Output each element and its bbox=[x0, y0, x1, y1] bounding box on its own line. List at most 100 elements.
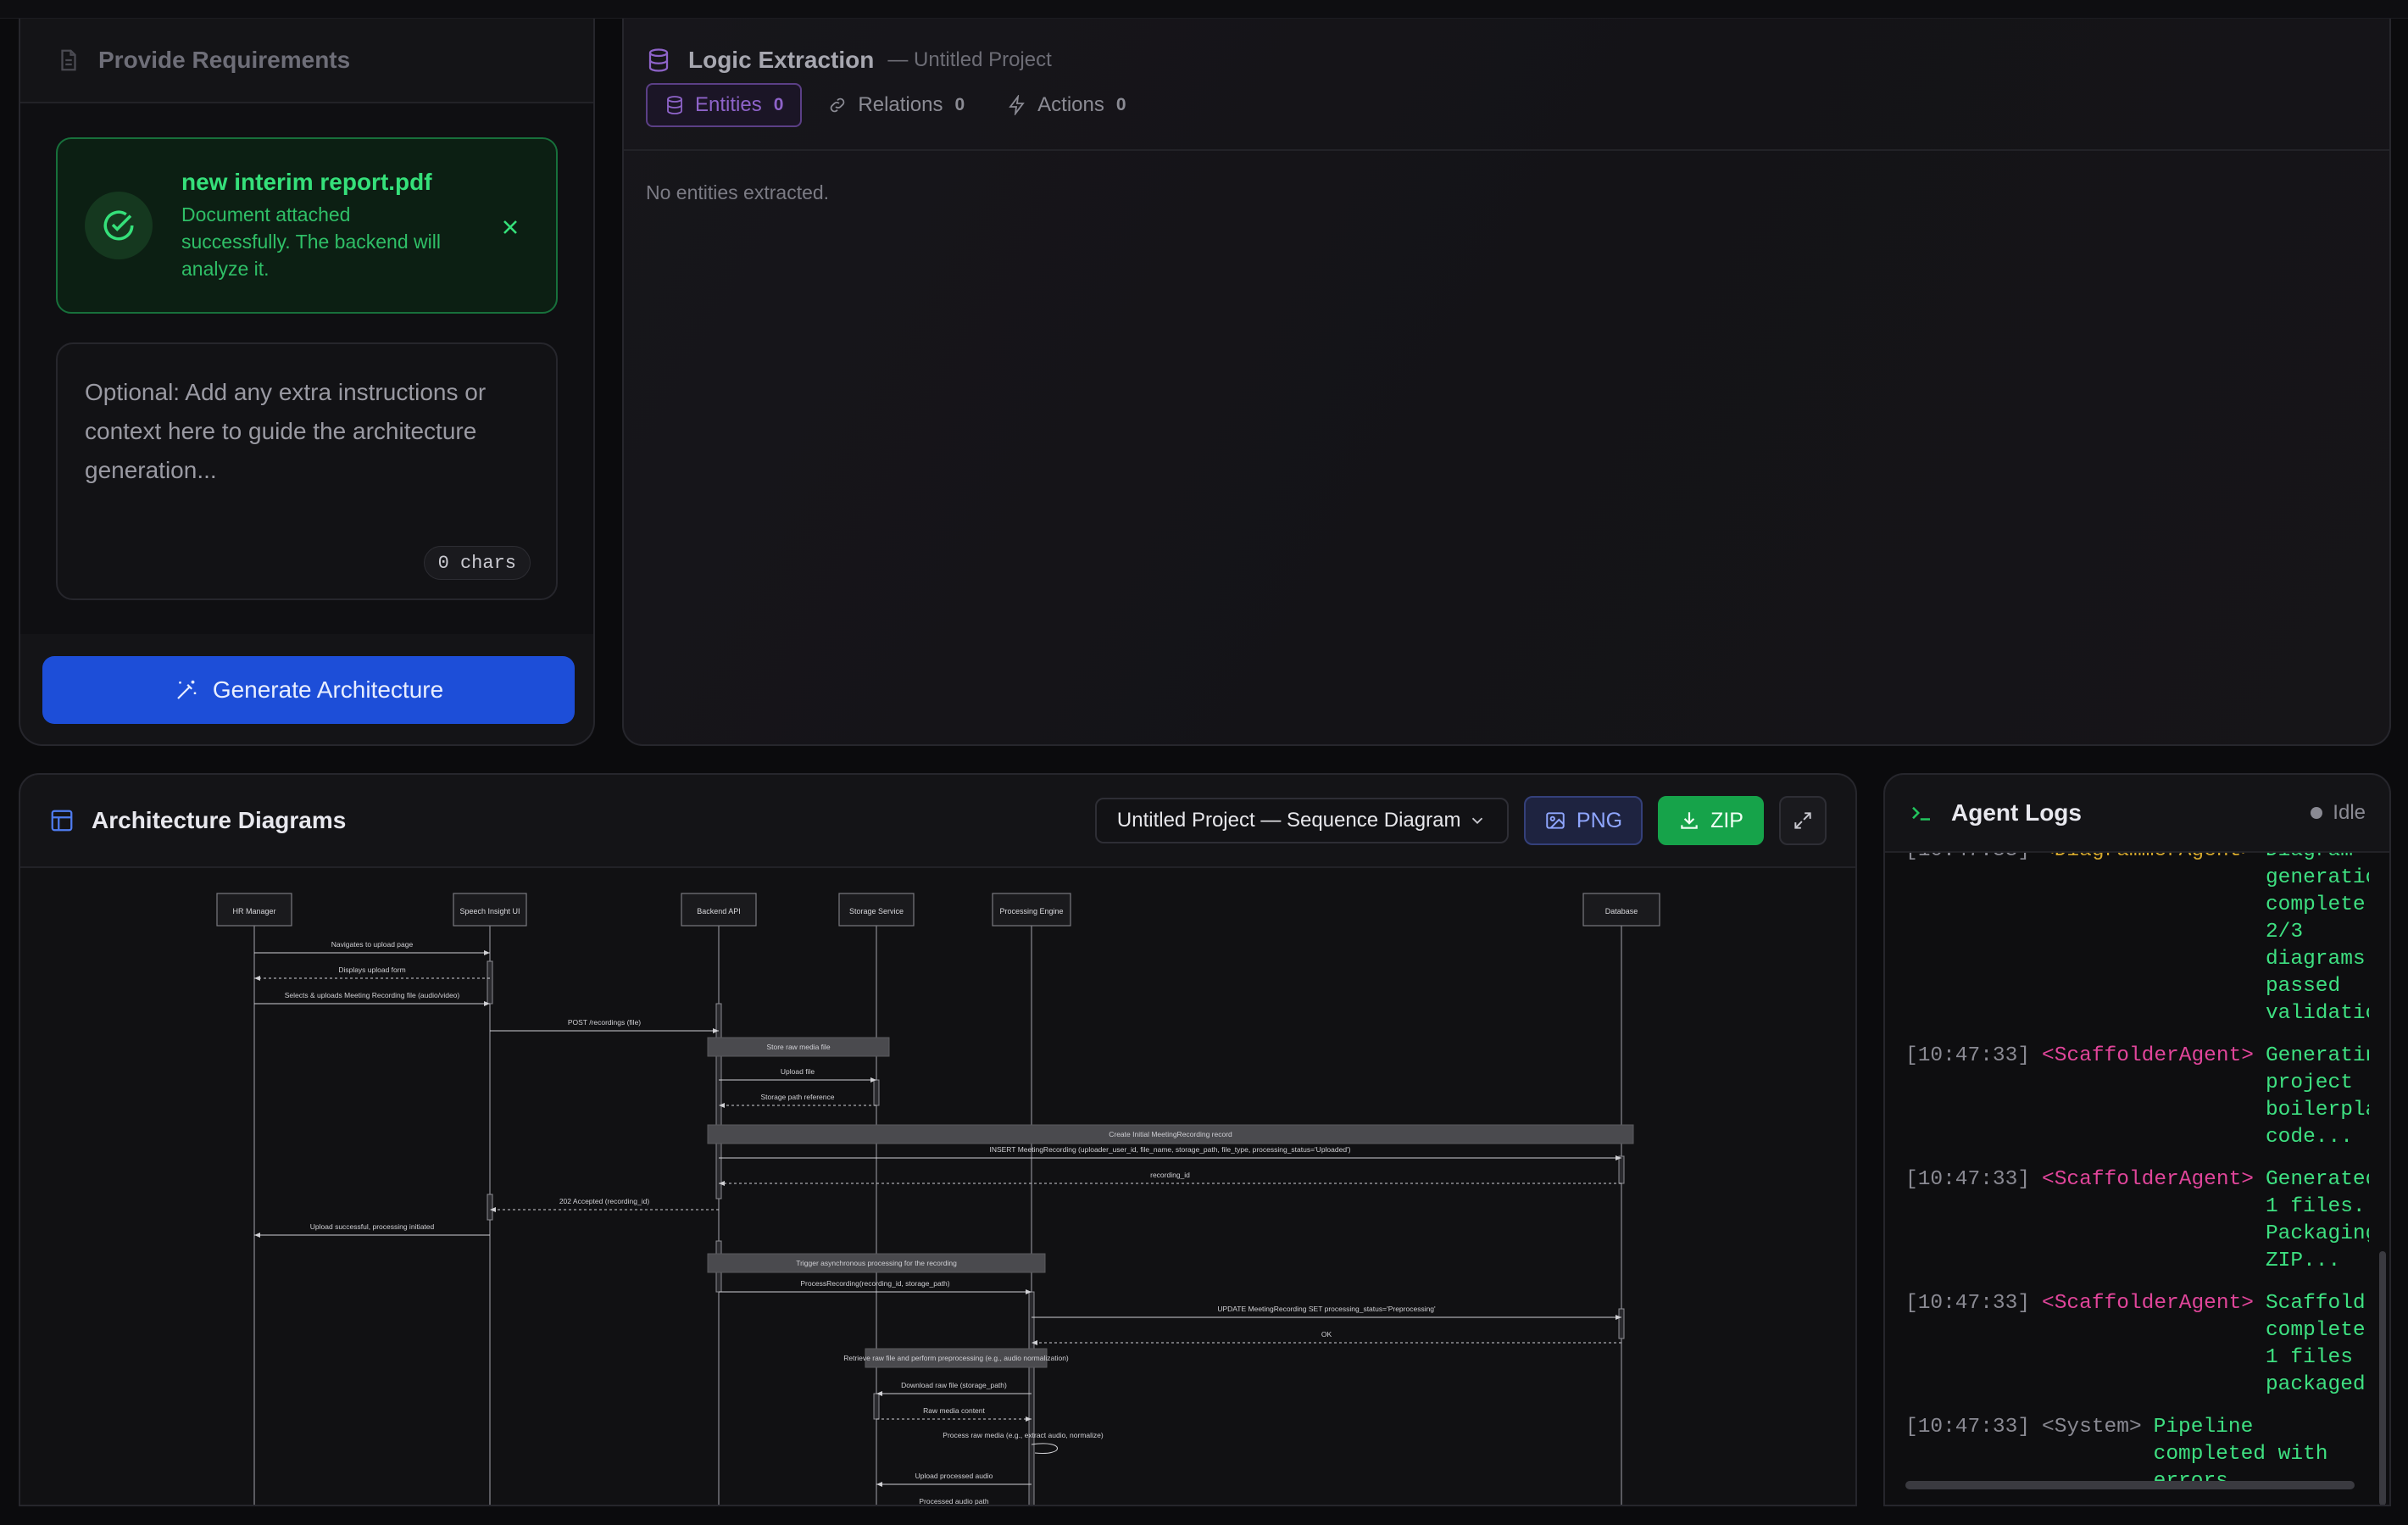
activation-bar bbox=[873, 1079, 880, 1106]
note: Trigger asynchronous processing for the … bbox=[707, 1253, 1046, 1273]
png-export-button[interactable]: PNG bbox=[1523, 796, 1643, 845]
participant-label: Storage Service bbox=[849, 907, 904, 916]
generate-architecture-button[interactable]: Generate Architecture bbox=[42, 656, 575, 724]
agent-logs-panel: Agent Logs Idle [10:47:33]<DiagrammerAge… bbox=[1883, 773, 2391, 1506]
message-arrow: Displays upload form bbox=[254, 966, 490, 981]
message-label: Process raw media (e.g., extract audio, … bbox=[943, 1431, 1104, 1439]
tab-entities[interactable]: Entities 0 bbox=[646, 83, 803, 127]
requirements-panel: Provide Requirements new interim report.… bbox=[19, 19, 595, 746]
message-arrow: Upload successful, processing initiated bbox=[254, 1222, 490, 1238]
log-message: Generated 1 files. Packaging ZIP... bbox=[2265, 1168, 2369, 1272]
log-entry: [10:47:33] <ScaffolderAgent> Generated 1 f… bbox=[1905, 1166, 2369, 1275]
tab-count: 0 bbox=[954, 95, 965, 114]
note-text: Store raw media file bbox=[766, 1043, 830, 1051]
activation-bar bbox=[1618, 1308, 1625, 1339]
message-arrow: Process raw media (e.g., extract audio, … bbox=[943, 1431, 1104, 1455]
logs-body[interactable]: [10:47:33]<DiagrammerAgent>Diagram gener… bbox=[1885, 853, 2389, 1505]
empty-state: No entities extracted. bbox=[646, 181, 830, 203]
attachment-text: new interim report.pdf Document attached… bbox=[181, 169, 461, 282]
generate-footer: Generate Architecture bbox=[20, 634, 593, 744]
tab-count: 0 bbox=[773, 95, 784, 114]
instructions-textarea[interactable]: Optional: Add any extra instructions or … bbox=[56, 342, 558, 600]
log-entry: [10:47:33]<DiagrammerAgent>Diagram gener… bbox=[1905, 853, 2369, 1027]
layout-icon bbox=[51, 810, 73, 832]
message-label: POST /recordings (file) bbox=[568, 1018, 641, 1027]
message-label: ProcessRecording(recording_id, storage_p… bbox=[800, 1279, 949, 1288]
zip-download-button[interactable]: ZIP bbox=[1658, 796, 1764, 845]
message-arrow: Upload processed audio bbox=[876, 1472, 1032, 1487]
message-arrow: Raw media content bbox=[876, 1406, 1032, 1422]
magic-wand-icon bbox=[177, 680, 197, 699]
requirements-body: new interim report.pdf Document attached… bbox=[20, 103, 593, 634]
message-arrow: OK bbox=[1032, 1330, 1621, 1345]
arrow-head bbox=[876, 1482, 882, 1487]
participant-label: Backend API bbox=[697, 907, 741, 916]
close-icon[interactable] bbox=[498, 215, 522, 239]
log-message: Generating project boilerplate code... bbox=[2265, 1044, 2369, 1149]
participant-box: Speech Insight UI bbox=[453, 893, 527, 927]
log-message: Diagram generation complete. 2/3 diagram… bbox=[2265, 853, 2369, 1025]
message-label: UPDATE MeetingRecording SET processing_s… bbox=[1217, 1305, 1436, 1313]
terminal-icon bbox=[1912, 806, 1930, 821]
message-label: Selects & uploads Meeting Recording file… bbox=[285, 991, 460, 999]
status-indicator: Idle bbox=[2311, 801, 2366, 825]
participant-box: Storage Service bbox=[838, 893, 915, 927]
participant-label: Speech Insight UI bbox=[459, 907, 520, 916]
log-agent: <ScaffolderAgent> bbox=[2042, 1044, 2254, 1067]
project-subtitle: — Untitled Project bbox=[887, 48, 1052, 71]
message-label: Download raw file (storage_path) bbox=[901, 1381, 1007, 1389]
image-icon bbox=[1546, 812, 1565, 829]
participant-label: Processing Engine bbox=[999, 907, 1063, 916]
message-arrow: Processed audio path bbox=[919, 1497, 988, 1505]
self-arrow bbox=[1031, 1443, 1058, 1455]
diagram-canvas[interactable]: Store raw media file Create Initial Meeti… bbox=[20, 868, 1855, 1505]
generate-label: Generate Architecture bbox=[212, 676, 444, 703]
message-arrow: 202 Accepted (recording_id) bbox=[490, 1197, 719, 1212]
tab-relations[interactable]: Relations 0 bbox=[810, 83, 982, 127]
message-label: Upload successful, processing initiated bbox=[310, 1222, 435, 1231]
message-label: Raw media content bbox=[923, 1406, 985, 1415]
diagrams-header: Architecture Diagrams Untitled Project —… bbox=[20, 775, 1855, 868]
horizontal-scrollbar[interactable] bbox=[1905, 1481, 2355, 1489]
log-message: Scaffold complete: 1 files packaged. bbox=[2265, 1292, 2369, 1396]
arrow-head bbox=[484, 950, 490, 955]
zip-label: ZIP bbox=[1710, 808, 1743, 832]
png-label: PNG bbox=[1576, 808, 1623, 832]
log-timestamp: [10:47:33] bbox=[1905, 1044, 2031, 1067]
message-arrow: UPDATE MeetingRecording SET processing_s… bbox=[1032, 1305, 1621, 1320]
bolt-icon bbox=[1009, 95, 1025, 115]
diagram-select[interactable]: Untitled Project — Sequence Diagram bbox=[1094, 798, 1509, 843]
link-icon bbox=[831, 97, 845, 113]
message-arrow: INSERT MeetingRecording (uploader_user_i… bbox=[719, 1145, 1621, 1160]
attachment-card: new interim report.pdf Document attached… bbox=[56, 137, 558, 314]
tab-actions[interactable]: Actions 0 bbox=[990, 83, 1143, 127]
participant-box: HR Manager bbox=[216, 893, 292, 927]
log-timestamp: [10:47:33] bbox=[1905, 1292, 2031, 1315]
attachment-message: Document attached successfully. The back… bbox=[181, 203, 441, 280]
architecture-diagrams-panel: Architecture Diagrams Untitled Project —… bbox=[19, 773, 1857, 1506]
requirements-title: Provide Requirements bbox=[98, 47, 351, 73]
status-dot bbox=[2311, 807, 2323, 819]
tab-count: 0 bbox=[1115, 95, 1126, 114]
message-label: OK bbox=[1321, 1330, 1332, 1339]
activation-bar bbox=[1618, 1155, 1625, 1184]
logic-title: Logic Extraction bbox=[688, 47, 875, 73]
message-label: Navigates to upload page bbox=[331, 940, 414, 949]
expand-button[interactable] bbox=[1779, 796, 1827, 845]
message-label: INSERT MeetingRecording (uploader_user_i… bbox=[989, 1145, 1350, 1154]
log-timestamp: [10:47:33] bbox=[1905, 853, 2030, 1027]
tab-label: Relations bbox=[858, 93, 943, 116]
download-icon bbox=[1681, 812, 1698, 829]
log-entry: [10:47:33] <ScaffolderAgent> Scaffold comp… bbox=[1905, 1290, 2369, 1399]
char-count-badge: 0 chars bbox=[423, 546, 531, 580]
note-text: Create Initial MeetingRecording record bbox=[1109, 1130, 1232, 1138]
message-arrow: Storage path reference bbox=[719, 1093, 876, 1108]
message-arrow: POST /recordings (file) bbox=[490, 1018, 719, 1033]
activation-bar bbox=[873, 1393, 880, 1420]
vertical-scrollbar[interactable] bbox=[2379, 1251, 2386, 1505]
database-icon bbox=[648, 48, 669, 72]
database-icon bbox=[667, 96, 682, 114]
activation-bar bbox=[487, 960, 493, 1005]
message-label: Upload file bbox=[781, 1067, 815, 1076]
diagram-select-value: Untitled Project — Sequence Diagram bbox=[1116, 809, 1461, 832]
